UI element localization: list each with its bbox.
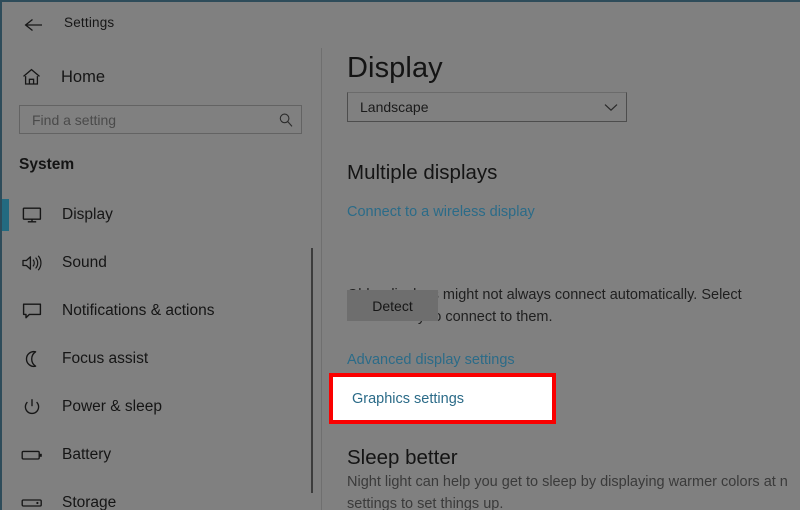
sleep-better-heading: Sleep better — [347, 446, 458, 469]
sidebar-item-notifications[interactable]: Notifications & actions — [2, 287, 302, 335]
title-bar: Settings — [2, 2, 800, 48]
sidebar-section-title: System — [19, 156, 75, 173]
page-title: Display — [347, 52, 443, 84]
search-icon[interactable] — [271, 112, 301, 128]
home-icon — [18, 68, 44, 86]
chevron-down-icon — [596, 103, 626, 112]
graphics-settings-highlight: Graphics settings — [329, 373, 556, 424]
sidebar-item-label: Power & sleep — [62, 398, 162, 415]
notification-icon — [18, 302, 46, 320]
sidebar-scrollbar[interactable] — [311, 248, 313, 493]
settings-window: Settings Home System — [0, 0, 800, 510]
sidebar-home-label: Home — [61, 67, 106, 86]
sidebar-item-focus-assist[interactable]: Focus assist — [2, 335, 302, 383]
main-content: Display Landscape Multiple displays Conn… — [322, 48, 800, 510]
connect-wireless-display-link[interactable]: Connect to a wireless display — [347, 204, 535, 220]
speaker-icon — [18, 254, 46, 272]
sidebar-item-sound[interactable]: Sound — [2, 239, 302, 287]
sidebar-item-storage[interactable]: Storage — [2, 479, 302, 510]
orientation-dropdown[interactable]: Landscape — [347, 92, 627, 122]
monitor-icon — [18, 206, 46, 224]
orientation-value: Landscape — [360, 99, 429, 115]
sidebar-item-label: Battery — [62, 446, 112, 463]
sleep-better-description: Night light can help you get to sleep by… — [347, 474, 788, 510]
graphics-settings-link[interactable]: Graphics settings — [352, 391, 464, 407]
sidebar-item-display[interactable]: Display — [2, 191, 302, 239]
sidebar-item-label: Sound — [62, 254, 107, 271]
back-arrow-icon — [23, 17, 45, 33]
storage-icon — [18, 497, 46, 509]
detect-button[interactable]: Detect — [347, 290, 438, 321]
search-box[interactable] — [19, 105, 302, 134]
sidebar-item-label: Display — [62, 206, 113, 223]
active-indicator — [2, 199, 9, 231]
sidebar-item-power-and-sleep[interactable]: Power & sleep — [2, 383, 302, 431]
back-button[interactable] — [18, 10, 50, 40]
sidebar-item-label: Focus assist — [62, 350, 149, 367]
sidebar-item-label: Notifications & actions — [62, 302, 215, 319]
battery-icon — [18, 448, 46, 462]
sidebar-item-label: Storage — [62, 494, 117, 510]
multiple-displays-heading: Multiple displays — [347, 161, 498, 184]
sidebar-nav-list: Display Sound Notifications & actions Fo… — [2, 191, 302, 510]
window-title: Settings — [64, 15, 115, 30]
sidebar-item-home[interactable]: Home — [2, 60, 302, 94]
power-icon — [18, 398, 46, 416]
advanced-display-settings-link[interactable]: Advanced display settings — [347, 352, 515, 368]
search-input[interactable] — [20, 111, 271, 128]
sidebar-item-battery[interactable]: Battery — [2, 431, 302, 479]
sidebar: Home System — [2, 48, 320, 510]
moon-icon — [18, 350, 46, 368]
